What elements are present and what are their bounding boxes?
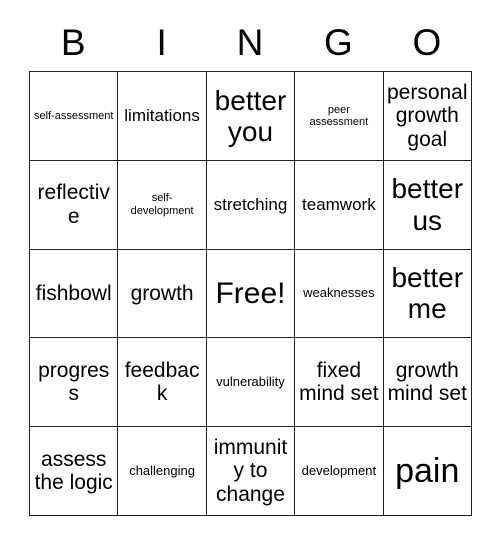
header-letter-i: I: [156, 22, 167, 63]
bingo-cell[interactable]: personal growth goal: [382, 71, 472, 161]
bingo-cell[interactable]: teamwork: [294, 159, 384, 250]
bingo-cell-free[interactable]: Free!: [205, 248, 296, 339]
bingo-cell[interactable]: self-development: [117, 159, 207, 250]
bingo-cell[interactable]: fixed mind set: [294, 337, 384, 428]
bingo-cell[interactable]: self-assessment: [28, 71, 119, 161]
bingo-cell[interactable]: development: [294, 426, 384, 516]
header-letter-n: N: [236, 22, 264, 63]
bingo-cell[interactable]: better you: [205, 71, 296, 161]
bingo-row: reflective self-development stretching t…: [28, 159, 472, 250]
bingo-grid: self-assessment limitations better you p…: [28, 71, 472, 516]
bingo-cell[interactable]: peer assessment: [294, 71, 384, 161]
bingo-cell[interactable]: immunity to change: [205, 426, 296, 516]
bingo-cell[interactable]: growth mind set: [382, 337, 472, 428]
bingo-cell[interactable]: assess the logic: [28, 426, 119, 516]
bingo-cell[interactable]: vulnerability: [205, 337, 296, 428]
bingo-cell[interactable]: weaknesses: [294, 248, 384, 339]
bingo-row: fishbowl growth Free! weaknesses better …: [28, 248, 472, 339]
bingo-row: progress feedback vulnerability fixed mi…: [28, 337, 472, 428]
bingo-row: self-assessment limitations better you p…: [28, 71, 472, 161]
bingo-cell[interactable]: stretching: [205, 159, 296, 250]
bingo-card: B I N G O self-assessment limitations be…: [28, 0, 472, 516]
bingo-header: B I N G O: [29, 0, 471, 71]
header-letter-o: O: [412, 22, 442, 63]
bingo-row: assess the logic challenging immunity to…: [28, 426, 472, 516]
bingo-cell[interactable]: better me: [382, 248, 472, 339]
bingo-cell[interactable]: better us: [382, 159, 472, 250]
header-letter-g: G: [324, 22, 353, 63]
bingo-cell[interactable]: challenging: [117, 426, 207, 516]
bingo-cell[interactable]: pain: [382, 426, 472, 516]
bingo-cell[interactable]: fishbowl: [28, 248, 119, 339]
bingo-cell[interactable]: limitations: [117, 71, 207, 161]
bingo-cell[interactable]: reflective: [28, 159, 119, 250]
bingo-cell[interactable]: progress: [28, 337, 119, 428]
bingo-cell[interactable]: growth: [117, 248, 207, 339]
header-letter-b: B: [60, 22, 86, 63]
bingo-cell[interactable]: feedback: [117, 337, 207, 428]
